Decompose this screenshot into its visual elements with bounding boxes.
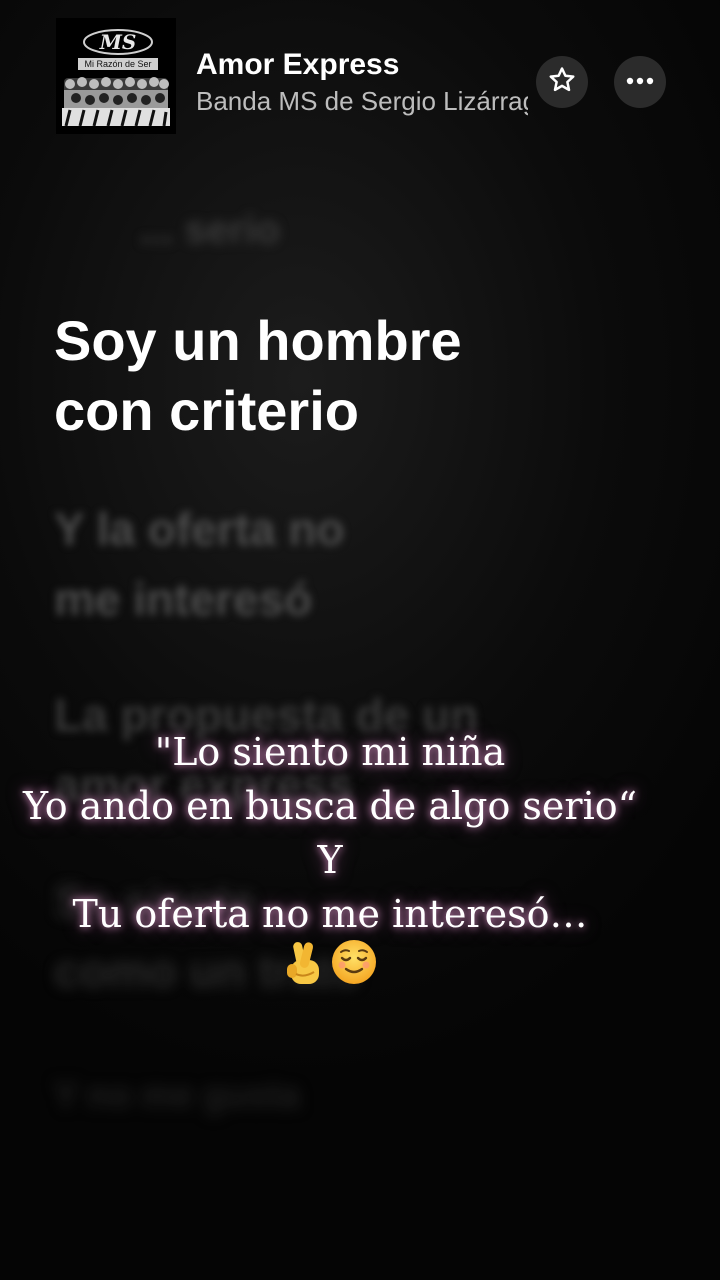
overlay-caption-line: Y bbox=[317, 838, 343, 882]
album-logo-text: MS bbox=[99, 30, 137, 54]
favorite-button[interactable] bbox=[536, 56, 588, 108]
overlay-caption-line: Tu oferta no me interesó… bbox=[72, 892, 588, 936]
overlay-caption-line: Yo ando en busca de algo serio“ bbox=[22, 784, 638, 828]
current-lyric-line[interactable]: Soy un hombre con criterio bbox=[54, 306, 674, 446]
upcoming-lyric-line[interactable]: Y la oferta no me interesó bbox=[54, 494, 674, 634]
relieved-face-emoji-icon bbox=[330, 938, 378, 994]
more-icon bbox=[625, 73, 655, 91]
star-icon bbox=[547, 65, 577, 100]
now-playing-header: MS Mi Razón de Ser Amor Express Banda MS… bbox=[0, 0, 720, 160]
previous-lyric-line[interactable]: ... serio bbox=[140, 208, 280, 253]
album-caption: Mi Razón de Ser bbox=[84, 59, 151, 69]
song-artist[interactable]: Banda MS de Sergio Lizárraga bbox=[196, 86, 528, 117]
upcoming-lyric-line[interactable]: Y no me gusta bbox=[54, 1060, 674, 1130]
album-art[interactable]: MS Mi Razón de Ser bbox=[56, 18, 176, 134]
overlay-caption-line: "Lo siento mi niña bbox=[154, 730, 506, 774]
song-title[interactable]: Amor Express bbox=[196, 48, 399, 82]
overlay-emojis bbox=[0, 938, 660, 994]
overlay-caption: "Lo siento mi niña Yo ando en busca de a… bbox=[0, 725, 660, 941]
crossed-fingers-emoji-icon bbox=[282, 938, 326, 994]
more-options-button[interactable] bbox=[614, 56, 666, 108]
